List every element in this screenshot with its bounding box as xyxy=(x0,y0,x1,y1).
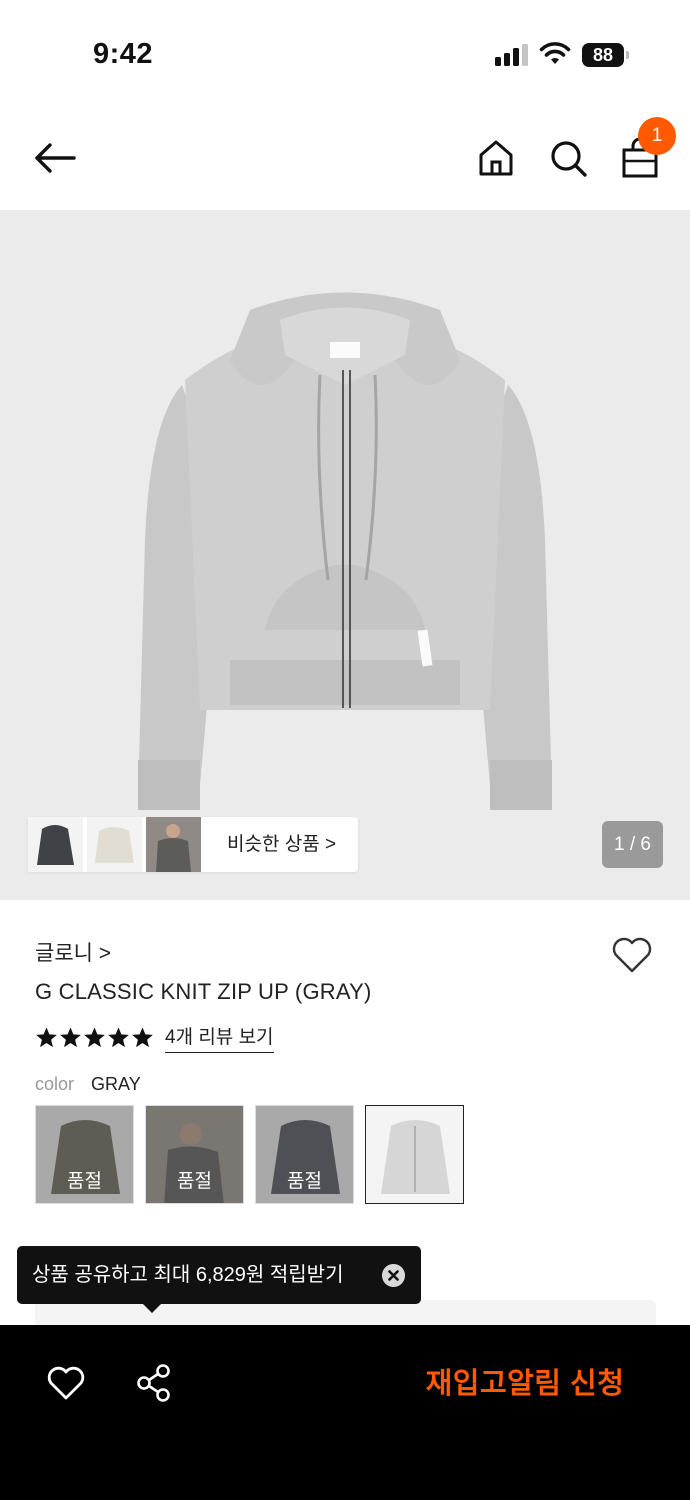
similar-product-thumb[interactable] xyxy=(146,817,201,872)
heart-icon[interactable] xyxy=(46,1365,86,1401)
share-icon[interactable] xyxy=(135,1363,173,1403)
similar-product-thumb[interactable] xyxy=(28,817,83,872)
arrow-left-icon[interactable] xyxy=(30,138,80,178)
star-icon xyxy=(108,1026,129,1047)
battery-indicator: 88 xyxy=(582,43,624,67)
product-image-gallery[interactable]: 비슷한 상품 > 1 / 6 xyxy=(0,210,690,900)
bottom-action-bar: 재입고알림 신청 xyxy=(0,1325,690,1500)
close-icon[interactable] xyxy=(382,1264,405,1287)
star-icon xyxy=(132,1026,153,1047)
image-page-indicator: 1 / 6 xyxy=(602,821,663,868)
product-image xyxy=(138,292,552,810)
soldout-label: 품절 xyxy=(287,1171,322,1192)
restock-alert-button[interactable]: 재입고알림 신청 xyxy=(410,1361,640,1407)
color-swatches: 품절 품절 품절 xyxy=(35,1105,475,1204)
similar-product-thumb[interactable] xyxy=(87,817,142,872)
heart-icon[interactable] xyxy=(610,935,654,975)
soldout-label: 품절 xyxy=(67,1171,102,1192)
status-time: 9:42 xyxy=(93,38,154,70)
color-label: color xyxy=(35,1074,75,1094)
rating-row: 4개 리뷰 보기 xyxy=(35,1022,274,1053)
star-rating xyxy=(35,1026,155,1049)
soldout-label: 품절 xyxy=(177,1171,212,1192)
tooltip-arrow xyxy=(142,1303,162,1313)
star-icon xyxy=(36,1026,57,1047)
share-reward-tooltip: 상품 공유하고 최대 6,829원 적립받기 xyxy=(17,1246,421,1304)
color-swatch-model[interactable]: 품절 xyxy=(145,1105,244,1204)
star-icon xyxy=(84,1026,105,1047)
product-name: G CLASSIC KNIT ZIP UP (GRAY) xyxy=(35,979,372,1004)
home-icon[interactable] xyxy=(474,134,518,182)
color-swatch-navy[interactable]: 품절 xyxy=(255,1105,354,1204)
color-row: color GRAY xyxy=(35,1074,141,1095)
top-nav xyxy=(0,110,690,210)
wifi-icon xyxy=(539,42,571,64)
color-value: GRAY xyxy=(91,1074,141,1094)
similar-products-strip[interactable]: 비슷한 상품 > xyxy=(28,817,359,872)
status-bar: 9:42 88 xyxy=(0,0,690,110)
color-swatch-olive[interactable]: 품절 xyxy=(35,1105,134,1204)
cart-count-badge: 1 xyxy=(638,117,676,155)
battery-tip xyxy=(626,51,629,59)
review-link[interactable]: 4개 리뷰 보기 xyxy=(165,1022,274,1053)
color-swatch-gray[interactable] xyxy=(365,1105,464,1204)
search-icon[interactable] xyxy=(546,134,590,182)
star-icon xyxy=(60,1026,81,1047)
brand-link[interactable]: 글로니 > xyxy=(35,937,111,967)
cellular-signal-icon xyxy=(495,44,529,66)
similar-products-label[interactable]: 비슷한 상품 > xyxy=(205,817,358,872)
